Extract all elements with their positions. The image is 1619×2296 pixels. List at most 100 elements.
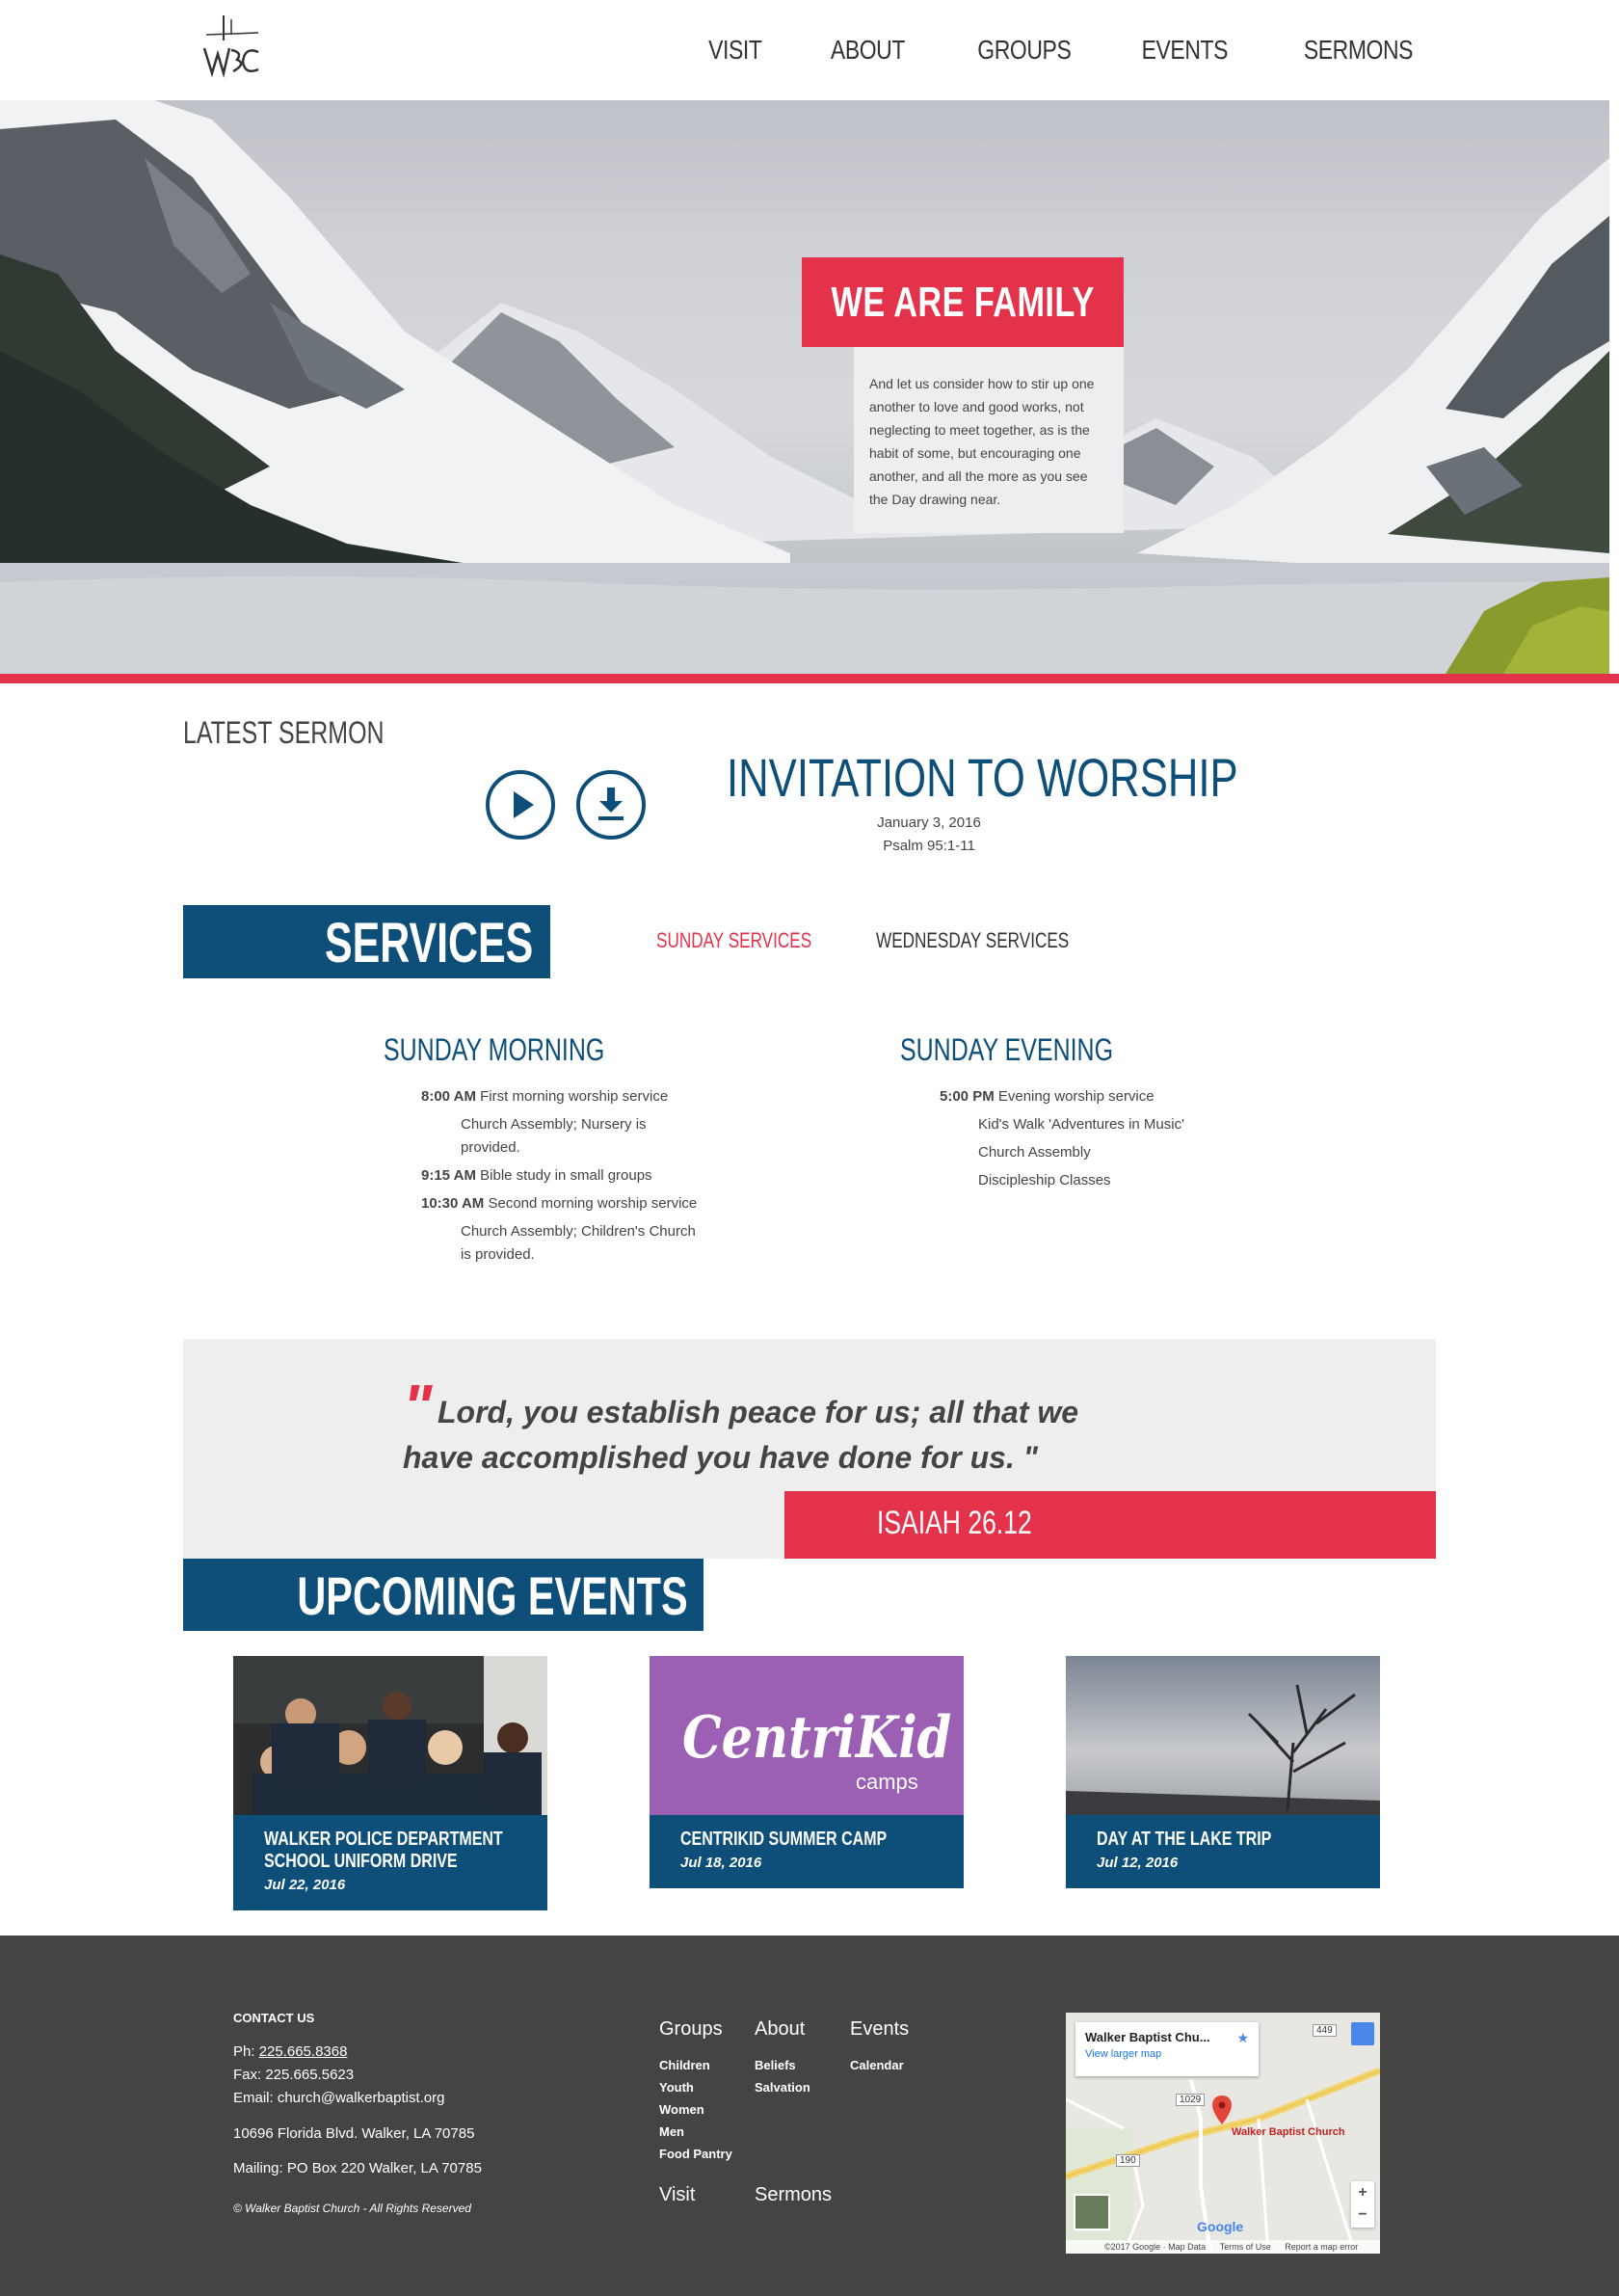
map-pin-label: Walker Baptist Church [1232, 2126, 1345, 2138]
schedule-text: First morning worship service [475, 1088, 669, 1105]
footer-events-link[interactable]: Events [850, 2018, 909, 2041]
events-heading-box: UPCOMING EVENTS [183, 1559, 703, 1631]
footer-food-pantry-link[interactable]: Food Pantry [659, 2147, 732, 2161]
hero-title: WE ARE FAMILY [831, 278, 1095, 326]
footer-phone: Ph: 225.665.8368 [233, 2043, 347, 2060]
zoom-in-button[interactable]: + [1351, 2181, 1374, 2204]
tab-wednesday-services[interactable]: WEDNESDAY SERVICES [876, 928, 1069, 953]
schedule-text: Kid's Walk 'Adventures in Music' [978, 1116, 1184, 1133]
map-attribution: ©2017 Google · Map Data Terms of Use Rep… [1066, 2240, 1380, 2254]
footer-visit-link[interactable]: Visit [659, 2184, 695, 2206]
site-header: VISIT ABOUT GROUPS EVENTS SERMONS [0, 0, 1619, 100]
quote-reference: ISAIAH 26.12 [877, 1505, 1032, 1541]
map-terms-link[interactable]: Terms of Use [1220, 2242, 1271, 2252]
schedule-item: 8:00 AM First morning worship service [421, 1088, 668, 1106]
event-info: WALKER POLICE DEPARTMENT SCHOOL UNIFORM … [233, 1815, 547, 1910]
schedule-item: 10:30 AM Second morning worship service [421, 1195, 697, 1213]
footer-sermons-link[interactable]: Sermons [755, 2184, 832, 2206]
event-date: Jul 22, 2016 [264, 1877, 346, 1893]
nav-groups[interactable]: GROUPS [977, 35, 1071, 66]
nav-events[interactable]: EVENTS [1142, 35, 1229, 66]
road-1029-label: 1029 [1176, 2094, 1206, 2106]
zoom-controls: + − [1351, 2181, 1374, 2228]
schedule-text: provided. [461, 1139, 520, 1156]
event-date: Jul 12, 2016 [1097, 1855, 1179, 1871]
schedule-item: Church Assembly; Nursery is [461, 1116, 647, 1134]
event-title: CENTRIKID SUMMER CAMP [680, 1829, 888, 1850]
services-heading-box: SERVICES [183, 905, 550, 978]
nav-visit[interactable]: VISIT [708, 35, 762, 66]
events-title: UPCOMING EVENTS [297, 1565, 688, 1626]
schedule-item: provided. [461, 1139, 520, 1157]
schedule-text: Discipleship Classes [978, 1172, 1111, 1188]
schedule-item: Church Assembly [978, 1144, 1091, 1161]
quote-text: Lord, you establish peace for us; all th… [403, 1395, 1079, 1475]
footer-copyright: © Walker Baptist Church - All Rights Res… [233, 2202, 471, 2215]
schedule-text: is provided. [461, 1246, 535, 1263]
sunday-evening-heading: SUNDAY EVENING [900, 1032, 1113, 1067]
schedule-text: Church Assembly; Nursery is [461, 1116, 647, 1133]
schedule-time: 9:15 AM [421, 1167, 476, 1184]
footer-fax: Fax: 225.665.5623 [233, 2067, 355, 2083]
play-button[interactable] [486, 770, 555, 840]
footer-men-link[interactable]: Men [659, 2124, 684, 2139]
google-logo: Google [1197, 2219, 1244, 2234]
event-image-centrikid: CentriKid camps [650, 1656, 964, 1815]
hero-mountain-image [0, 100, 1609, 674]
centrikid-logo: CentriKid [682, 1704, 952, 1772]
map-copyright: ©2017 Google · Map Data [1104, 2242, 1207, 2252]
event-image-lake [1066, 1656, 1380, 1815]
schedule-item: 5:00 PM Evening worship service [940, 1088, 1155, 1106]
schedule-item: Kid's Walk 'Adventures in Music' [978, 1116, 1184, 1134]
hero-banner: WE ARE FAMILY And let us consider how to… [0, 100, 1609, 674]
footer-women-link[interactable]: Women [659, 2102, 704, 2117]
footer-children-link[interactable]: Children [659, 2058, 710, 2072]
zoom-out-button[interactable]: − [1351, 2204, 1374, 2226]
schedule-time: 8:00 AM [421, 1088, 476, 1105]
pegman-icon[interactable] [1351, 2022, 1374, 2045]
satellite-thumbnail[interactable] [1074, 2194, 1110, 2230]
event-date: Jul 18, 2016 [680, 1855, 762, 1871]
centrikid-logo-sub: camps [856, 1770, 918, 1794]
schedule-text: Bible study in small groups [475, 1167, 652, 1184]
schedule-time: 5:00 PM [940, 1088, 995, 1105]
map-pin-icon[interactable] [1212, 2096, 1232, 2129]
event-card[interactable]: CentriKid camps CENTRIKID SUMMER CAMP Ju… [650, 1656, 964, 1888]
hero-divider [0, 674, 1619, 683]
map-report-link[interactable]: Report a map error [1285, 2242, 1358, 2252]
footer-calendar-link[interactable]: Calendar [850, 2058, 904, 2072]
schedule-text: Church Assembly; Children's Church [461, 1223, 696, 1240]
footer-groups-link[interactable]: Groups [659, 2018, 723, 2041]
schedule-item: is provided. [461, 1246, 535, 1264]
star-icon[interactable]: ★ [1236, 2030, 1249, 2046]
footer-youth-link[interactable]: Youth [659, 2080, 694, 2095]
sunday-morning-heading: SUNDAY MORNING [384, 1032, 605, 1067]
event-card[interactable]: WALKER POLICE DEPARTMENT SCHOOL UNIFORM … [233, 1656, 547, 1910]
nav-sermons[interactable]: SERMONS [1304, 35, 1414, 66]
latest-sermon-label: LATEST SERMON [183, 715, 385, 750]
event-title: WALKER POLICE DEPARTMENT SCHOOL UNIFORM … [264, 1829, 503, 1872]
location-map[interactable]: Walker Baptist Chu... ★ View larger map … [1066, 2013, 1380, 2254]
footer-beliefs-link[interactable]: Beliefs [755, 2058, 796, 2072]
sermon-title[interactable]: INVITATION TO WORSHIP [727, 746, 1238, 809]
phone-link[interactable]: 225.665.8368 [259, 2043, 348, 2060]
wbc-logo[interactable] [199, 13, 262, 87]
hero-text-box: And let us consider how to stir up one a… [854, 347, 1124, 533]
event-info: CENTRIKID SUMMER CAMP Jul 18, 2016 [650, 1815, 964, 1888]
schedule-text: Evening worship service [994, 1088, 1155, 1105]
nav-about[interactable]: ABOUT [830, 35, 904, 66]
quote-reference-box: ISAIAH 26.12 [784, 1491, 1436, 1559]
footer-about-link[interactable]: About [755, 2018, 805, 2041]
sermon-passage: Psalm 95:1-11 [883, 838, 975, 854]
event-card[interactable]: DAY AT THE LAKE TRIP Jul 12, 2016 [1066, 1656, 1380, 1888]
footer-salvation-link[interactable]: Salvation [755, 2080, 810, 2095]
view-larger-map-link[interactable]: View larger map [1085, 2048, 1249, 2060]
tab-sunday-services[interactable]: SUNDAY SERVICES [656, 928, 811, 953]
schedule-item: Church Assembly; Children's Church [461, 1223, 696, 1241]
download-button[interactable] [576, 770, 646, 840]
footer-mailing: Mailing: PO Box 220 Walker, LA 70785 [233, 2160, 482, 2176]
sermon-date: January 3, 2016 [877, 814, 981, 831]
schedule-text: Second morning worship service [484, 1195, 698, 1212]
hero-title-box: WE ARE FAMILY [802, 257, 1124, 347]
phone-label: Ph: [233, 2043, 259, 2060]
